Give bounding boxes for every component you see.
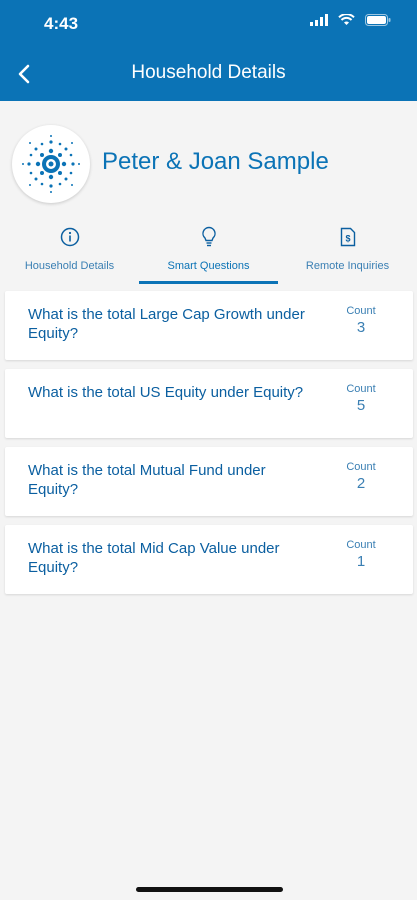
tab-smart-questions[interactable]: Smart Questions [139, 216, 278, 284]
count-value: 2 [356, 475, 366, 492]
tab-label: Smart Questions [167, 260, 250, 272]
status-icons [310, 14, 391, 26]
question-card[interactable]: What is the total Mutual Fund under Equi… [5, 447, 413, 516]
battery-icon [365, 14, 391, 26]
tab-label: Remote Inquiries [305, 260, 390, 272]
info-icon [60, 227, 79, 247]
page-title: Household Details [131, 62, 286, 83]
app-header: 4:43 Household Details [0, 0, 417, 101]
household-profile: Peter & Joan Sample [0, 101, 417, 216]
household-name: Peter & Joan Sample [102, 148, 329, 175]
avatar [12, 125, 90, 203]
smart-questions-list: What is the total Large Cap Growth under… [5, 291, 413, 603]
lightbulb-icon [201, 226, 216, 247]
question-text: What is the total US Equity under Equity… [28, 384, 304, 401]
question-text: What is the total Mutual Fund under Equi… [28, 462, 266, 498]
tab-household-details[interactable]: Household Details [0, 216, 139, 284]
signal-icon [310, 14, 328, 26]
home-indicator[interactable] [136, 887, 283, 892]
question-card[interactable]: What is the total Large Cap Growth under… [5, 291, 413, 360]
question-text: What is the total Mid Cap Value under Eq… [28, 540, 280, 576]
count-label: Count [346, 305, 376, 317]
question-text: What is the total Large Cap Growth under… [28, 306, 305, 342]
question-card[interactable]: What is the total Mid Cap Value under Eq… [5, 525, 413, 594]
tab-label: Household Details [24, 260, 115, 272]
svg-text:$: $ [345, 234, 350, 244]
tab-remote-inquiries[interactable]: $ Remote Inquiries [278, 216, 417, 284]
count-label: Count [346, 461, 376, 473]
household-logo-icon [22, 135, 80, 193]
count-label: Count [346, 383, 376, 395]
dollar-document-icon: $ [340, 227, 355, 247]
count-label: Count [346, 539, 376, 551]
count-value: 3 [356, 319, 366, 336]
tab-bar: Household Details Smart Questions $ Remo… [0, 216, 417, 284]
count-value: 5 [356, 397, 366, 414]
question-card[interactable]: What is the total US Equity under Equity… [5, 369, 413, 438]
wifi-icon [338, 14, 355, 25]
count-value: 1 [356, 553, 366, 570]
status-time: 4:43 [44, 14, 79, 33]
